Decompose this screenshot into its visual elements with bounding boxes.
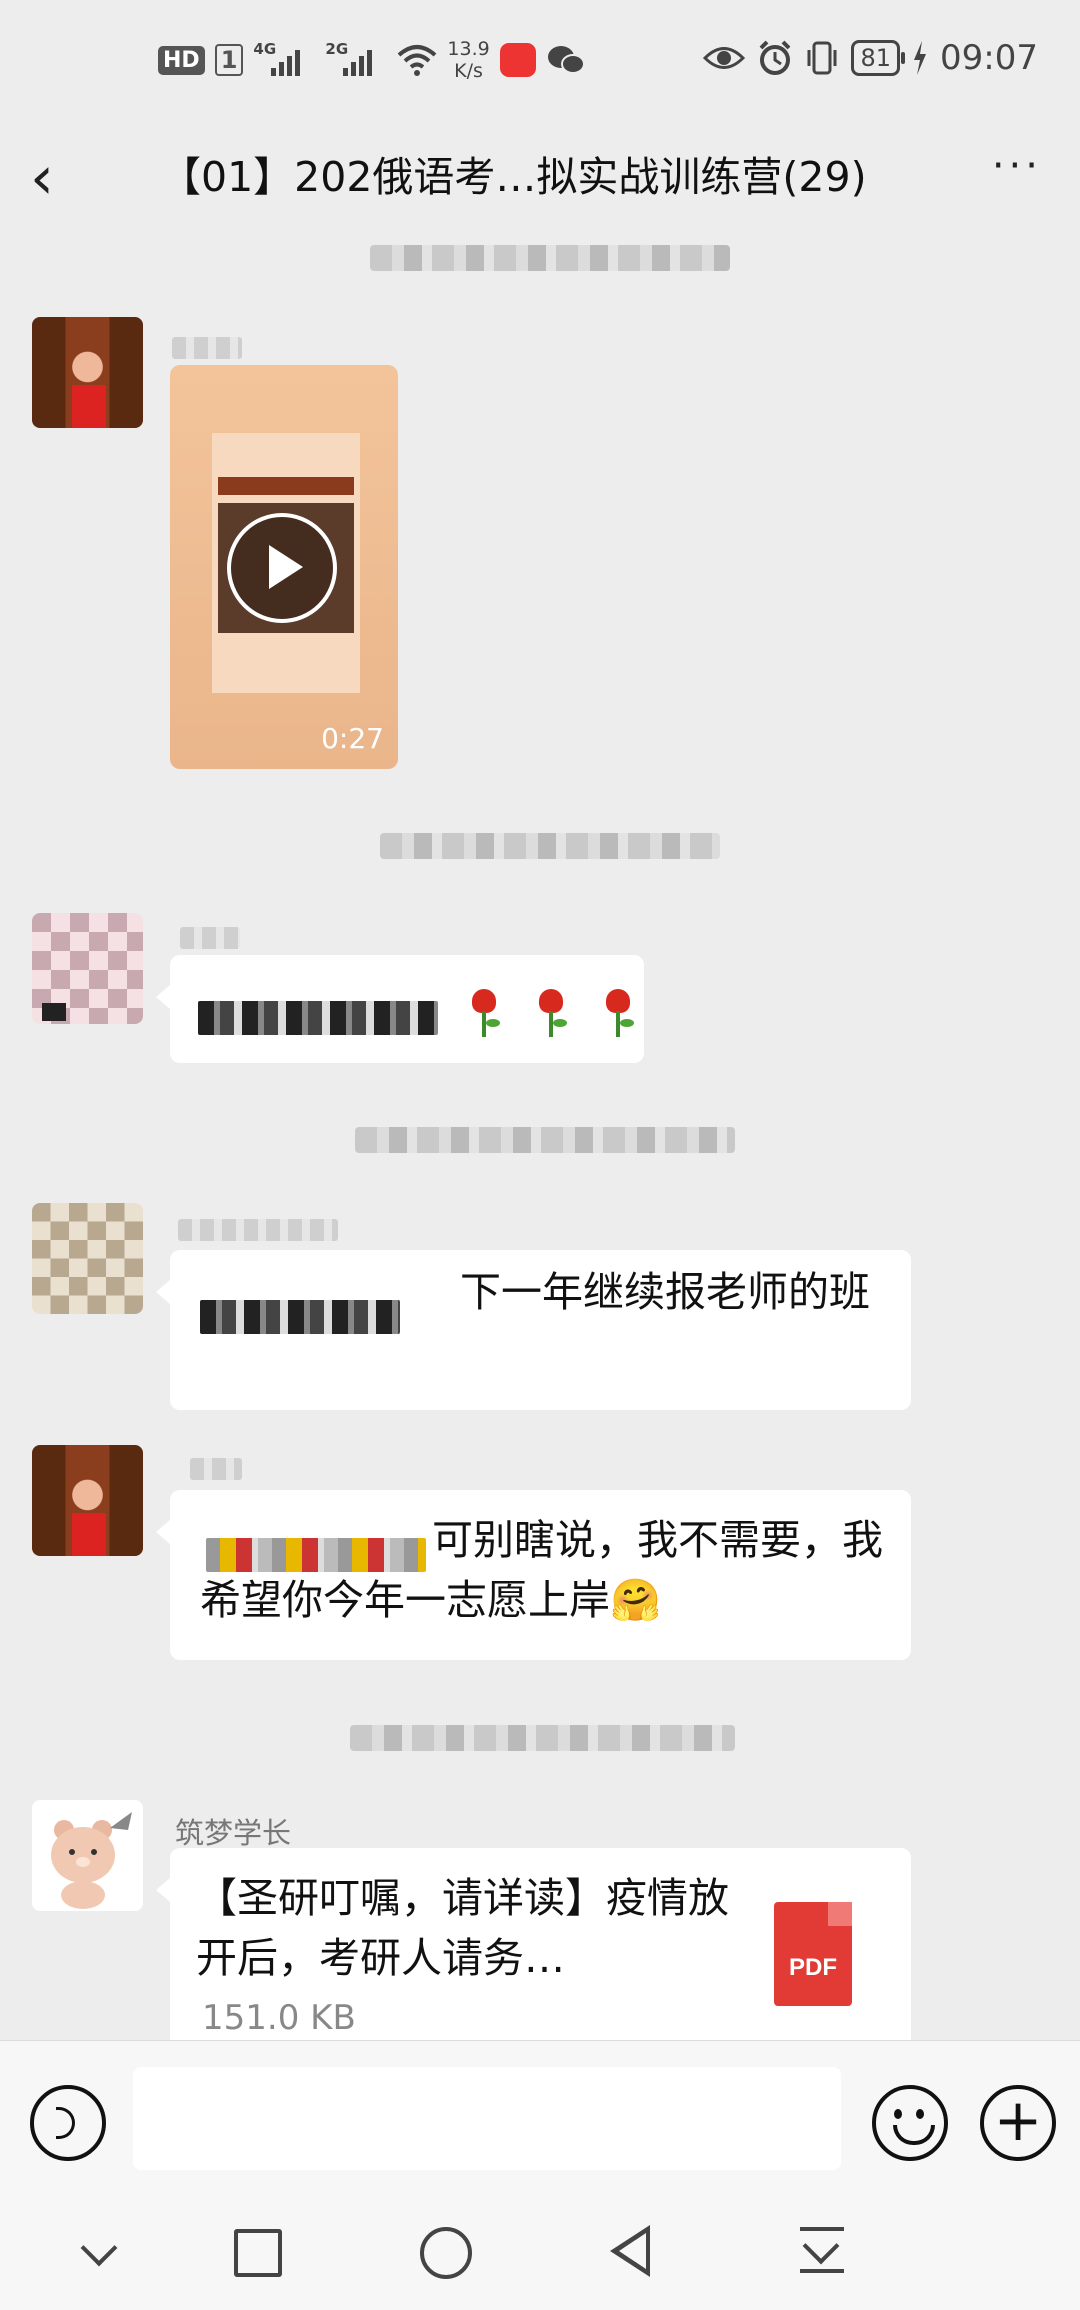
emoji-button[interactable] (872, 2085, 948, 2161)
back-nav-button[interactable] (610, 2225, 650, 2277)
recent-apps-button[interactable] (234, 2229, 282, 2277)
huawei-app-icon (499, 43, 536, 77)
sim-badge: 1 (214, 44, 244, 76)
rose-icon (464, 987, 504, 1037)
system-navigation-bar (0, 2197, 1080, 2310)
voice-input-button[interactable] (30, 2085, 106, 2161)
vibrate-icon (807, 41, 837, 75)
message-bubble[interactable]: 可别瞎说，我不需要，我希望你今年一志愿上岸🤗 (156, 1490, 911, 1660)
message-text-blurred (198, 985, 438, 1045)
pdf-file-icon: PDF (774, 1902, 852, 2006)
video-duration: 0:27 (321, 722, 384, 755)
signal-2g-icon: 2G (325, 40, 387, 80)
wifi-icon (398, 45, 437, 76)
message-input[interactable] (133, 2067, 841, 2170)
sender-name-blurred (178, 1219, 338, 1241)
file-message[interactable]: 【圣研叮嘱，请详读】疫情放开后，考研人请务… 151.0 KB PDF (156, 1848, 911, 2058)
battery-indicator: 81 (851, 40, 905, 76)
charging-icon (914, 41, 927, 75)
message-text: 下一年继续报老师的班 (460, 1268, 870, 1316)
message-text: 可别瞎说，我不需要，我希望你今年一志愿上岸🤗 (200, 1516, 883, 1624)
sender-name-blurred (180, 927, 240, 949)
chat-header: ‹ 【01】202俄语考…拟实战训练营(29) ··· (0, 125, 1080, 235)
hd-badge: HD (158, 45, 205, 75)
alarm-icon (760, 40, 791, 75)
video-message[interactable]: 0:27 (170, 365, 398, 769)
timestamp-blurred (380, 833, 720, 859)
rose-emoji-group (450, 979, 638, 1039)
chat-title: 【01】202俄语考…拟实战训练营(29) (160, 153, 867, 201)
avatar[interactable] (32, 1800, 143, 1911)
avatar[interactable] (32, 317, 143, 428)
network-speed-value: 13.9 (447, 38, 490, 60)
status-left: HD 1 4G 2G 13.9 K/s (158, 38, 586, 82)
avatar[interactable] (32, 913, 143, 1024)
message-bubble[interactable]: 下一年继续报老师的班 (156, 1250, 911, 1410)
avatar[interactable] (32, 1203, 143, 1314)
notification-pull-icon[interactable] (800, 2227, 844, 2275)
file-size: 151.0 KB (202, 1998, 356, 2038)
signal-4g-icon: 4G (253, 40, 315, 80)
eye-comfort-icon (703, 47, 746, 69)
status-right: 81 09:07 (703, 38, 1038, 78)
network-speed-unit: K/s (454, 60, 483, 82)
status-bar: HD 1 4G 2G 13.9 K/s 81 09:07 (0, 0, 1080, 125)
file-name: 【圣研叮嘱，请详读】疫情放开后，考研人请务… (196, 1874, 729, 1982)
play-icon[interactable] (227, 513, 337, 623)
chat-message-list[interactable]: 0:27 下一年继续报老师的班 可别瞎说，我不需要，我希望你今年一志愿上岸🤗 筑… (0, 235, 1080, 2040)
timestamp-blurred (350, 1725, 735, 1751)
avatar[interactable] (32, 1445, 143, 1556)
clock: 09:07 (940, 38, 1038, 78)
sender-name-blurred (172, 337, 242, 359)
more-options-button[interactable]: ··· (992, 143, 1042, 189)
message-bubble[interactable] (156, 955, 644, 1063)
network-speed: 13.9 K/s (447, 38, 489, 82)
timestamp-blurred (355, 1127, 735, 1153)
back-button[interactable]: ‹ (30, 143, 90, 213)
bear-avatar-icon (51, 1812, 132, 1909)
wechat-icon (547, 46, 585, 74)
rose-icon (598, 987, 638, 1037)
sender-name-blurred (190, 1458, 242, 1480)
pdf-label: PDF (789, 1954, 837, 1981)
input-bar: + (0, 2040, 1080, 2198)
hide-keyboard-icon[interactable] (80, 2233, 120, 2273)
rose-icon (531, 987, 571, 1037)
timestamp-blurred (370, 245, 730, 271)
home-button[interactable] (420, 2227, 472, 2279)
more-functions-button[interactable]: + (980, 2085, 1056, 2161)
sender-name: 筑梦学长 (175, 1816, 292, 1850)
